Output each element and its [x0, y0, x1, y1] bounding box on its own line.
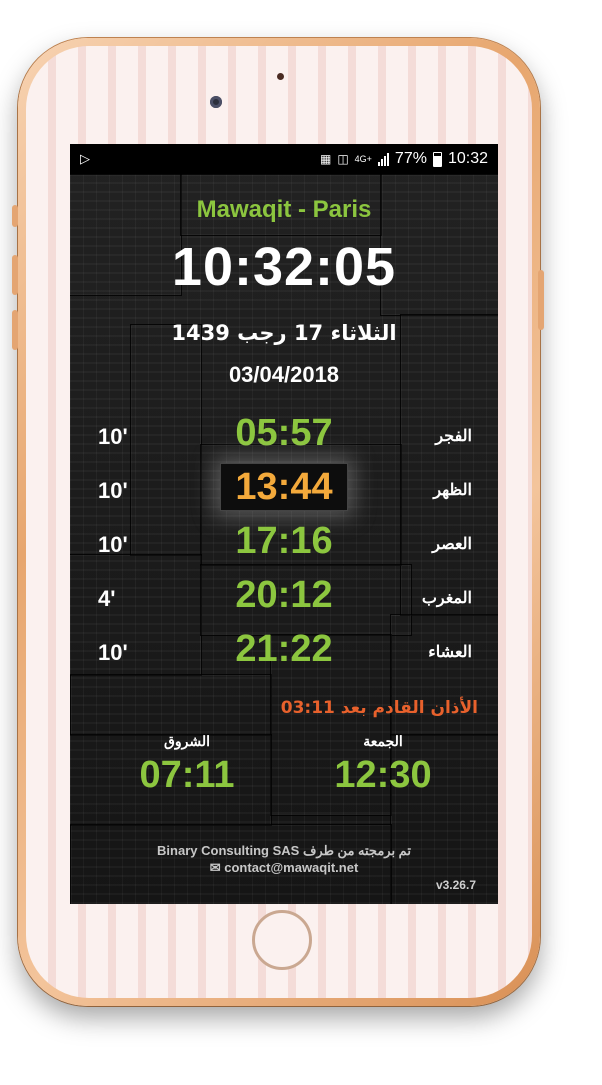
- prayer-row-asr: 10' 17:16 العصر: [70, 520, 498, 570]
- current-clock: 10:32:05: [171, 237, 397, 297]
- front-camera: [210, 96, 222, 108]
- gregorian-date: 03/04/2018: [228, 362, 340, 387]
- prayer-time: 20:12: [235, 574, 333, 616]
- hijri-date: الثلاثاء 17 رجب 1439: [171, 321, 397, 345]
- app-screen: ▷ ▦ ◫ 4G+ 77% 10:32 Mawaqit - Paris 10:3…: [70, 144, 498, 904]
- mail-icon: ✉: [209, 860, 221, 875]
- mosque-title: Mawaqit - Paris: [196, 196, 372, 223]
- shuruq-label: الشروق: [164, 734, 210, 750]
- volume-down-button: [12, 310, 18, 350]
- prayer-name: المغرب: [421, 588, 472, 607]
- next-adhan-countdown: 03:11: [280, 698, 335, 718]
- app-version: v3.26.7: [435, 878, 476, 892]
- mute-switch: [12, 205, 18, 227]
- prayer-time: 17:16: [235, 520, 333, 562]
- prayer-row-dhuhr: 10' 13:44 الظهر: [70, 463, 498, 516]
- contact-line[interactable]: ✉ contact@mawaqit.net: [70, 860, 498, 876]
- prayer-time-active: 13:44: [220, 463, 348, 511]
- credit-line: Binary Consulting SAS تم برمجته من طرف: [157, 843, 411, 858]
- prayer-row-maghrib: 4' 20:12 المغرب: [70, 574, 498, 624]
- prayer-row-fajr: 10' 05:57 الفجر: [70, 412, 498, 462]
- shuruq-time: 07:11: [139, 754, 235, 796]
- prayer-time: 21:22: [235, 628, 333, 670]
- jumua-label: الجمعة: [363, 734, 403, 750]
- prayer-time: 05:57: [235, 412, 333, 454]
- volume-up-button: [12, 255, 18, 295]
- prayer-row-isha: 10' 21:22 العشاء: [70, 628, 498, 678]
- prayer-name: الظهر: [433, 480, 472, 499]
- jumua-time: 12:30: [334, 754, 432, 796]
- contact-email[interactable]: contact@mawaqit.net: [224, 860, 358, 875]
- prayer-name: الفجر: [435, 426, 472, 445]
- home-button[interactable]: [252, 910, 312, 970]
- prayer-name: العصر: [432, 534, 472, 553]
- next-adhan-label: الأذان القادم بعد: [340, 698, 478, 718]
- speaker-dot: [277, 73, 284, 80]
- prayer-name: العشاء: [428, 642, 472, 661]
- prayer-content: Mawaqit - Paris 10:32:05 الثلاثاء 17 رجب…: [70, 144, 498, 904]
- next-adhan: الأذان القادم بعد 03:11: [281, 698, 478, 718]
- power-button: [538, 270, 544, 330]
